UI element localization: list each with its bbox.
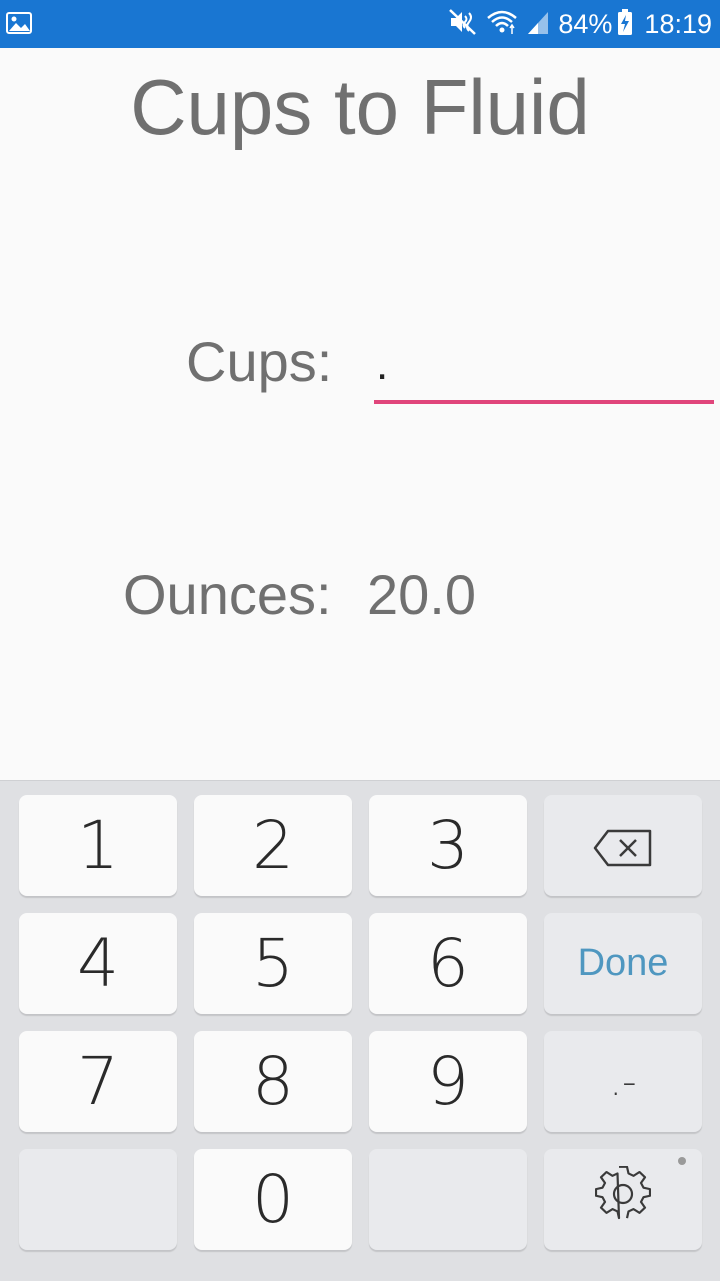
- key-3[interactable]: 3: [369, 795, 527, 896]
- numeric-keyboard: 1 2 3 4 5 6 Done 7 8 9 .- 0: [0, 780, 720, 1281]
- cups-label: Cups:: [186, 330, 333, 393]
- done-key[interactable]: Done: [544, 913, 702, 1014]
- key-4[interactable]: 4: [19, 913, 177, 1014]
- key-2[interactable]: 2: [194, 795, 352, 896]
- signal-icon: [526, 9, 550, 40]
- settings-key[interactable]: [544, 1149, 702, 1250]
- key-5[interactable]: 5: [194, 913, 352, 1014]
- ounces-value: 20.0: [367, 563, 476, 626]
- battery-percent: 84%: [558, 8, 613, 39]
- settings-indicator-dot: [678, 1157, 686, 1165]
- backspace-key[interactable]: [544, 795, 702, 896]
- key-8[interactable]: 8: [194, 1031, 352, 1132]
- gear-icon: [594, 1161, 652, 1238]
- backspace-icon: [592, 807, 654, 884]
- key-7[interactable]: 7: [19, 1031, 177, 1132]
- status-bar: 84% 18:19: [0, 0, 720, 48]
- battery-charging-icon: [618, 8, 633, 40]
- wifi-icon: [486, 8, 518, 41]
- cups-input[interactable]: [374, 330, 714, 404]
- gallery-notification-icon: [6, 12, 32, 34]
- punctuation-key[interactable]: .-: [544, 1031, 702, 1132]
- key-9[interactable]: 9: [369, 1031, 527, 1132]
- mute-icon: [448, 8, 478, 41]
- key-6[interactable]: 6: [369, 913, 527, 1014]
- ounces-label: Ounces:: [123, 563, 332, 626]
- key-0[interactable]: 0: [194, 1149, 352, 1250]
- clock: 18:19: [644, 8, 712, 39]
- blank-key-right: [369, 1149, 527, 1250]
- blank-key-left: [19, 1149, 177, 1250]
- page-title: Cups to Fluid: [130, 63, 590, 151]
- key-1[interactable]: 1: [19, 795, 177, 896]
